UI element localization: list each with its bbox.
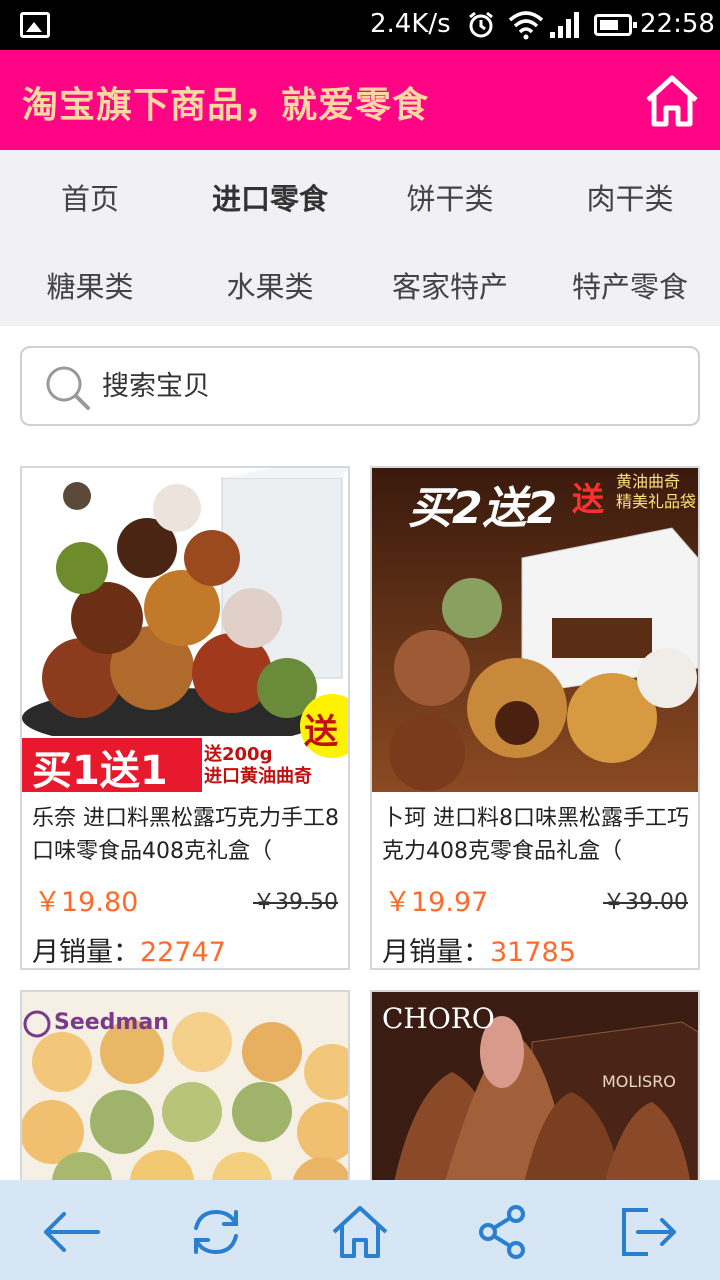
nav-item-specialty-snacks[interactable]: 特产零食 (540, 264, 720, 306)
product-price: ￥19.97 (384, 887, 489, 918)
product-card[interactable]: CHORO MOLISRO (370, 990, 700, 1190)
nav-item-candy[interactable]: 糖果类 (0, 264, 180, 306)
nav-item-imported-snacks[interactable]: 进口零食 (180, 176, 360, 218)
signal-icon (550, 12, 579, 38)
product-card[interactable]: Seedman (20, 990, 350, 1190)
monthly-sales: 月销量：22747 (32, 930, 226, 968)
brand-logo: CHORO (382, 1002, 495, 1035)
product-image[interactable]: 买1送1 送200g 进口黄油曲奇 送 (22, 468, 348, 792)
monthly-sales: 月销量：31785 (382, 930, 576, 968)
product-price: ￥19.80 (34, 887, 139, 918)
product-image[interactable]: 买2送2 送 黄油曲奇 精美礼品袋 (372, 468, 698, 792)
bottom-toolbar (0, 1180, 720, 1280)
product-old-price: ￥39.50 (253, 890, 338, 915)
clock: 22:58 (640, 9, 715, 39)
page-title: 淘宝旗下商品，就爱零食 (22, 85, 430, 126)
product-name[interactable]: 乐奈 进口料黑松露巧克力手工8口味零食品408克礼盒（ (32, 802, 342, 868)
product-card[interactable]: 买1送1 送200g 进口黄油曲奇 送 乐奈 进口料黑松露巧克力手工8口味零食品… (20, 466, 350, 970)
promo-badge: 送 (572, 480, 605, 518)
battery-icon (594, 14, 637, 36)
search-box (20, 346, 700, 426)
nav-item-biscuits[interactable]: 饼干类 (360, 176, 540, 218)
product-old-price: ￥39.00 (603, 890, 688, 915)
image-notification-icon (20, 12, 50, 38)
brand-logo: Seedman (54, 1010, 169, 1035)
status-bar: 2.4K/s 22:58 (0, 0, 720, 50)
nav-item-home[interactable]: 首页 (0, 176, 180, 218)
box-label: MOLISRO (602, 1072, 676, 1091)
promo-badge: 送 (304, 712, 338, 752)
monthly-sales-label: 月销量： (32, 937, 140, 968)
wifi-icon (508, 11, 544, 40)
app-header: 淘宝旗下商品，就爱零食 (0, 50, 720, 150)
exit-icon[interactable] (618, 1202, 678, 1262)
product-image[interactable]: Seedman (22, 992, 348, 1188)
category-nav: 首页 进口零食 饼干类 肉干类 糖果类 水果类 客家特产 特产零食 (0, 150, 720, 326)
product-name[interactable]: 卜珂 进口料8口味黑松露手工巧克力408克零食品礼盒（ (382, 802, 692, 868)
nav-item-fruit[interactable]: 水果类 (180, 264, 360, 306)
home-icon[interactable] (330, 1202, 390, 1262)
nav-item-jerky[interactable]: 肉干类 (540, 176, 720, 218)
share-icon[interactable] (474, 1202, 534, 1262)
product-card[interactable]: 买2送2 送 黄油曲奇 精美礼品袋 卜珂 进口料8口味黑松露手工巧克力408克零… (370, 466, 700, 970)
monthly-sales-value: 31785 (490, 937, 576, 968)
home-icon[interactable] (642, 70, 702, 130)
network-speed: 2.4K/s (370, 9, 451, 39)
nav-item-hakka-specialty[interactable]: 客家特产 (360, 264, 540, 306)
product-image[interactable]: CHORO MOLISRO (372, 992, 698, 1188)
back-arrow-icon[interactable] (42, 1202, 102, 1262)
search-icon (46, 366, 90, 410)
refresh-icon[interactable] (186, 1202, 246, 1262)
promo-side: 黄油曲奇 精美礼品袋 (616, 472, 697, 511)
promo-main: 买1送1 (32, 748, 168, 792)
search-input[interactable] (102, 366, 662, 406)
monthly-sales-value: 22747 (140, 937, 226, 968)
promo-main: 买2送2 (408, 483, 558, 534)
alarm-icon (469, 11, 493, 38)
monthly-sales-label: 月销量： (382, 937, 490, 968)
